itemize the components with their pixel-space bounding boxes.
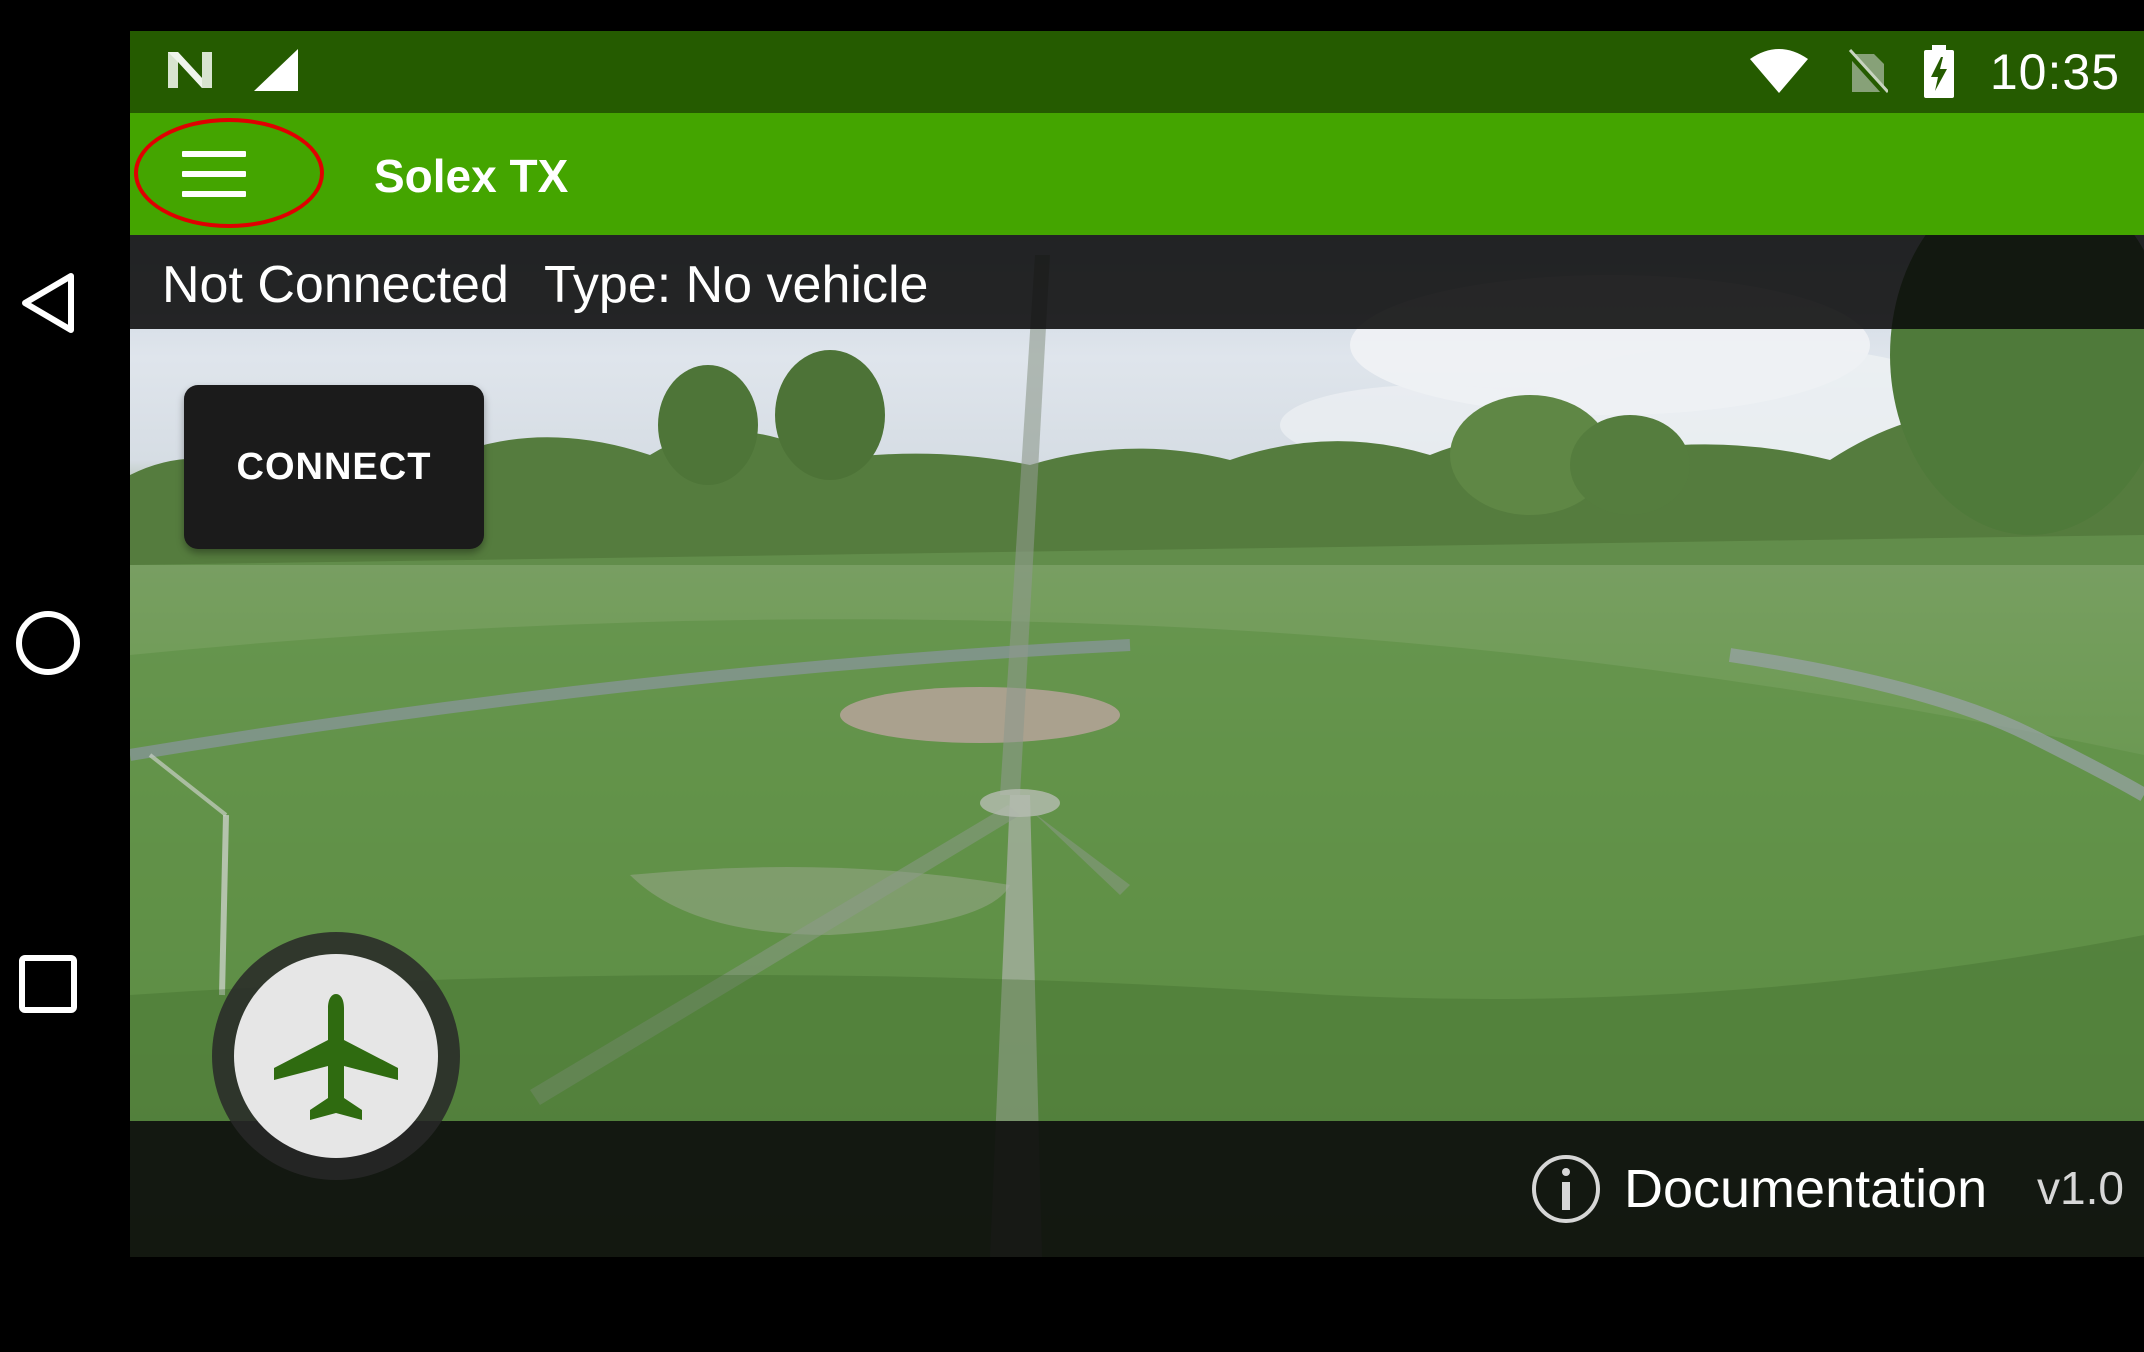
back-button[interactable]: [10, 265, 86, 341]
status-right-icons: 10:35: [1748, 43, 2120, 101]
system-navigation-bar: [0, 0, 130, 1352]
fly-button-ring: [212, 932, 460, 1180]
home-button[interactable]: [10, 605, 86, 681]
battery-charging-icon: [1923, 45, 1954, 98]
vehicle-type: Type: No vehicle: [544, 256, 929, 314]
app-title: Solex TX: [374, 150, 569, 202]
recents-icon: [19, 955, 77, 1013]
info-icon: [1532, 1155, 1600, 1223]
app-bar: Solex TX: [130, 113, 2144, 235]
status-clock: 10:35: [1989, 44, 2120, 100]
connection-status: Not Connected: [162, 256, 509, 314]
home-icon: [16, 611, 80, 675]
connect-button[interactable]: CONNECT: [184, 385, 484, 549]
no-sim-icon: [1845, 48, 1888, 96]
hamburger-menu-button[interactable]: [182, 143, 252, 205]
status-left-icons: [164, 47, 300, 93]
airplane-icon: [274, 994, 398, 1120]
notification-n-icon: [168, 52, 212, 88]
version-label: v1.0: [2037, 1162, 2124, 1214]
fly-button[interactable]: [234, 954, 438, 1158]
documentation-link[interactable]: Documentation: [1530, 1153, 1987, 1225]
documentation-label: Documentation: [1624, 1159, 1988, 1219]
back-icon: [22, 273, 74, 333]
recents-button[interactable]: [10, 946, 86, 1022]
wifi-icon: [1749, 49, 1808, 93]
device-screen: 10:35 Solex TX Not Connected Type: No ve…: [130, 31, 2144, 1257]
connection-info-bar: Not Connected Type: No vehicle: [130, 235, 2144, 329]
hamburger-menu-icon: [182, 151, 246, 157]
hamburger-menu-icon-line: [182, 191, 246, 197]
cell-signal-icon: [254, 49, 298, 91]
hamburger-menu-icon-line: [182, 171, 246, 177]
bottom-bar: Documentation v1.0: [130, 1121, 2144, 1257]
status-bar: 10:35: [130, 31, 2144, 113]
screen: 10:35 Solex TX Not Connected Type: No ve…: [0, 0, 2144, 1352]
